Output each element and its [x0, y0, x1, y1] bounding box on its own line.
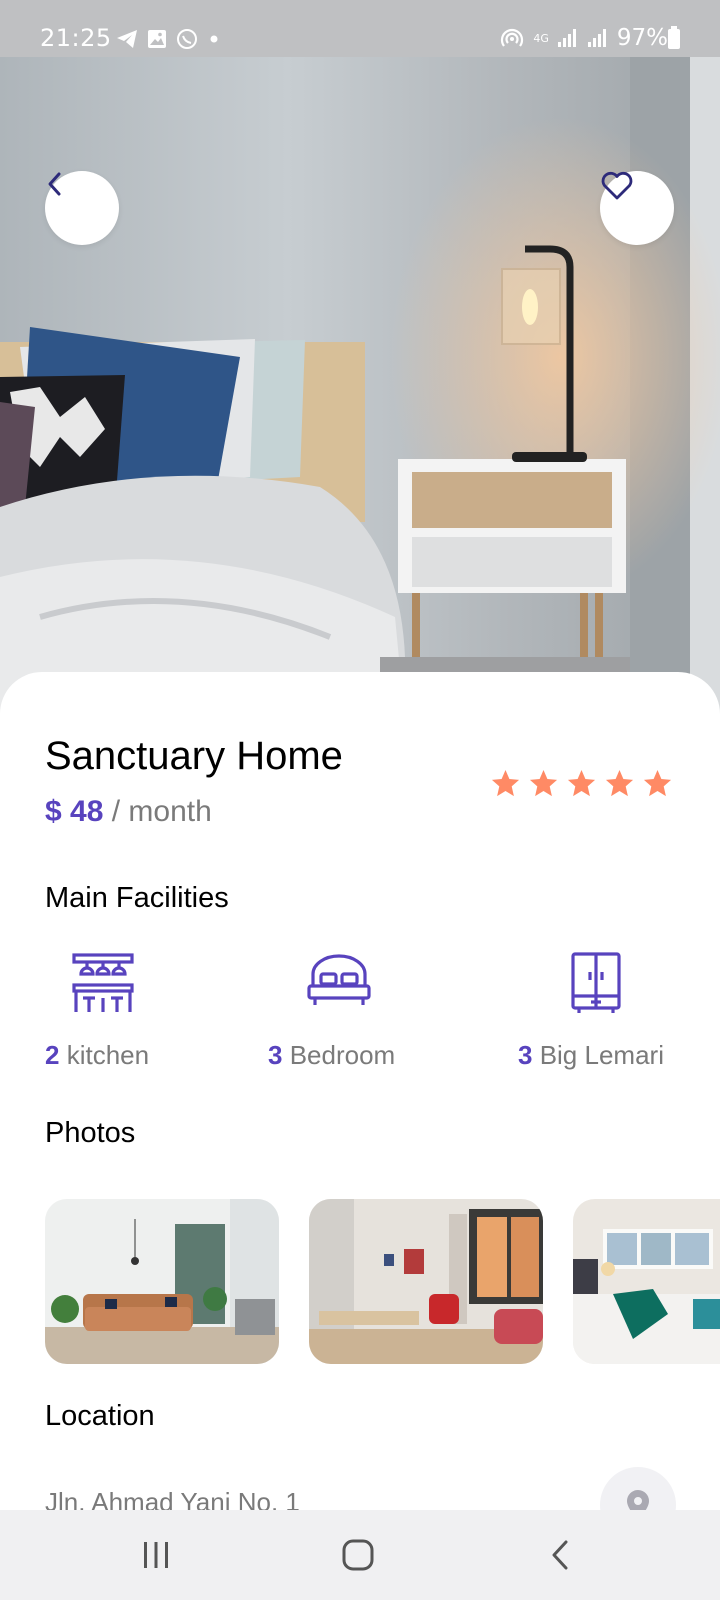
bed-icon — [307, 954, 371, 1005]
kitchen-icon — [72, 953, 134, 1012]
photos-heading: Photos — [45, 1117, 136, 1149]
network-type: 4G — [533, 31, 549, 45]
back-nav-icon — [552, 1540, 568, 1570]
facility-wardrobe — [571, 952, 621, 1014]
detail-card: Sanctuary Home $ 48 / month Main Facilit… — [0, 672, 720, 1512]
telegram-icon — [117, 30, 137, 48]
bedroom-illustration — [0, 57, 720, 722]
wardrobe-icon — [571, 952, 621, 1013]
status-time: 21:25 — [40, 24, 112, 52]
facility-kitchen — [72, 952, 134, 1014]
facility-wardrobe-count: 3 — [518, 1040, 533, 1070]
back-nav-button[interactable] — [530, 1530, 590, 1580]
dining-room-photo[interactable] — [309, 1199, 543, 1364]
system-nav-bar — [0, 1510, 720, 1600]
recents-button[interactable] — [126, 1530, 186, 1580]
status-right: 4G 97% — [499, 25, 668, 51]
facility-wardrobe-text: Big Lemari — [532, 1040, 664, 1070]
chevron-left-icon — [48, 172, 61, 196]
star-icon — [605, 769, 634, 797]
star-icon — [491, 769, 520, 797]
dot-icon — [210, 35, 218, 43]
facility-bedroom-count: 3 — [268, 1040, 283, 1070]
price-value: $ 48 — [45, 795, 104, 828]
facilities-heading: Main Facilities — [45, 882, 229, 914]
location-heading: Location — [45, 1400, 155, 1432]
facility-wardrobe-label: 3 Big Lemari — [518, 1040, 664, 1071]
heart-outline-icon — [601, 171, 633, 200]
home-icon — [342, 1539, 374, 1571]
photos-carousel[interactable] — [45, 1199, 720, 1364]
star-icon — [567, 769, 596, 797]
home-button[interactable] — [328, 1530, 388, 1580]
location-address: Jln. Ahmad Yani No. 1 — [45, 1487, 300, 1512]
price-period: / month — [103, 795, 212, 828]
status-bar: 21:25 4G 97% — [0, 0, 720, 57]
recents-icon — [144, 1542, 168, 1568]
gallery-icon — [148, 30, 166, 48]
favorite-button[interactable] — [600, 171, 674, 245]
facility-bedroom-text: Bedroom — [282, 1040, 396, 1070]
signal-icon — [557, 29, 576, 47]
facility-kitchen-text: kitchen — [59, 1040, 150, 1070]
map-button[interactable] — [600, 1467, 676, 1512]
living-room-photo[interactable] — [45, 1199, 279, 1364]
star-icon — [643, 769, 672, 797]
price-row: $ 48 / month — [45, 795, 212, 829]
battery-percent: 97% — [616, 25, 668, 51]
facility-kitchen-count: 2 — [45, 1040, 60, 1070]
facility-bedroom-label: 3 Bedroom — [268, 1040, 395, 1071]
listing-title: Sanctuary Home — [45, 734, 343, 778]
status-left-icons — [116, 28, 221, 50]
facility-kitchen-label: 2 kitchen — [45, 1040, 149, 1071]
hero-image — [0, 57, 720, 722]
facility-bedroom — [307, 952, 371, 1008]
battery-icon — [668, 26, 680, 49]
star-icon — [529, 769, 558, 797]
bedroom-photo[interactable] — [573, 1199, 720, 1364]
hotspot-icon — [501, 28, 524, 47]
whatsapp-icon — [177, 29, 197, 49]
rating-stars — [490, 768, 673, 799]
back-button[interactable] — [45, 171, 119, 245]
map-pin-icon — [627, 1490, 649, 1512]
signal-icon — [587, 29, 606, 47]
